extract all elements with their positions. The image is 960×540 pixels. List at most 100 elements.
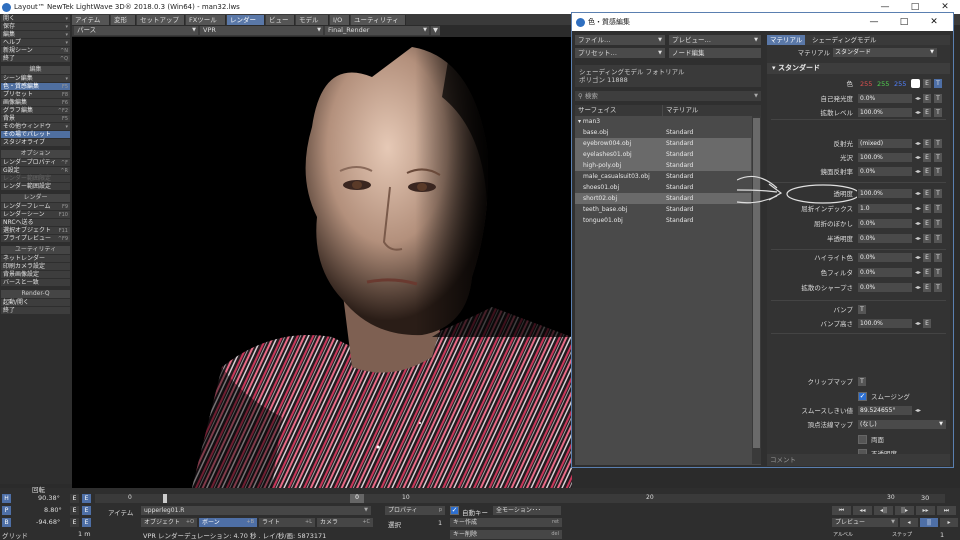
texture-button[interactable]: T	[934, 189, 942, 198]
h-channel-button[interactable]: H	[2, 494, 11, 503]
property-spinner[interactable]: ◂▸	[915, 139, 921, 149]
color-swatch[interactable]	[911, 79, 920, 88]
envelope-button[interactable]: E	[923, 94, 931, 103]
bones-mode-button[interactable]: ボーン +B	[199, 518, 257, 527]
menu-tab[interactable]: FXツール	[186, 15, 226, 25]
material-type-dropdown[interactable]: スタンダード ▼	[833, 48, 937, 57]
double-sided-checkbox[interactable]	[858, 435, 867, 444]
property-spinner[interactable]: ◂▸	[915, 268, 921, 278]
preview-menu-dropdown[interactable]: プレビュー… ▼	[669, 35, 761, 45]
panel-command-button[interactable]: レンダープロパティ ^F	[1, 159, 70, 167]
playback-button[interactable]: ▸	[940, 518, 958, 527]
surface-tree-root[interactable]: ▾ man3	[575, 116, 751, 127]
property-input[interactable]: 100.0%	[858, 189, 912, 198]
maximize-button[interactable]: □	[889, 13, 919, 31]
property-spinner[interactable]: ◂▸	[915, 94, 921, 104]
timeline-start-marker[interactable]	[163, 494, 167, 503]
property-spinner[interactable]: ◂▸	[915, 167, 921, 177]
surface-row[interactable]: eyelashes01.obj Standard	[575, 149, 751, 160]
texture-button[interactable]: T	[934, 253, 942, 262]
transport-button[interactable]: ▸▸	[916, 506, 935, 515]
surface-search-input[interactable]: ⚲ 検索 ▼	[575, 91, 761, 101]
surface-row[interactable]: male_casualsuit03.obj Standard	[575, 171, 751, 182]
panel-command-button[interactable]: 終了 ^Q	[1, 55, 70, 63]
panel-command-button[interactable]: 選択オブジェクト F11	[1, 227, 70, 235]
current-item-dropdown[interactable]: upperleg01.R ▼	[141, 506, 371, 515]
surface-row[interactable]: tongue01.obj Standard	[575, 215, 751, 226]
envelope-button[interactable]: E	[923, 139, 931, 148]
preset-menu-dropdown[interactable]: プリセット… ▼	[575, 48, 665, 58]
b-envelope-enable-button[interactable]: E	[82, 518, 91, 527]
envelope-button[interactable]: E	[923, 283, 931, 292]
panel-command-button[interactable]: プリセット F8	[1, 91, 70, 99]
transport-button[interactable]: ⏮	[832, 506, 851, 515]
property-input[interactable]: 1.0	[858, 204, 912, 213]
objects-mode-button[interactable]: オブジェクト +O	[141, 518, 197, 527]
texture-button[interactable]: T	[934, 234, 942, 243]
panel-command-button[interactable]: 背景画像設定	[1, 271, 70, 279]
property-spinner[interactable]: ◂▸	[915, 204, 921, 214]
property-input[interactable]: 100.0%	[858, 108, 912, 117]
playback-button[interactable]: ◂	[900, 518, 918, 527]
transport-button[interactable]: ||▸	[895, 506, 914, 515]
comment-input[interactable]: コメント	[767, 454, 950, 466]
p-envelope-button[interactable]: E	[70, 506, 79, 515]
envelope-button[interactable]: E	[923, 108, 931, 117]
property-input[interactable]: (mixed)	[858, 139, 912, 148]
texture-button[interactable]: T	[934, 108, 942, 117]
panel-command-button[interactable]: 印刷カメラ設定	[1, 263, 70, 271]
surface-row[interactable]: high-poly.obj Standard	[575, 160, 751, 171]
menu-tab[interactable]: レンダー	[227, 15, 265, 25]
property-input[interactable]: 0.0%	[858, 268, 912, 277]
camera-dropdown[interactable]: Final_Render ▼	[325, 26, 429, 35]
panel-command-button[interactable]: レンダーフレーム F9	[1, 203, 70, 211]
render-mode-dropdown[interactable]: VPR ▼	[200, 26, 323, 35]
b-channel-button[interactable]: B	[2, 518, 11, 527]
close-button[interactable]: ✕	[919, 13, 949, 31]
panel-command-button[interactable]: その他ウィンドウ ▾	[1, 123, 70, 131]
menu-tab[interactable]: アイテム	[72, 15, 110, 25]
panel-command-button[interactable]: グラフ編集 ^F2	[1, 107, 70, 115]
panel-command-button[interactable]: レンダー範囲限定	[1, 175, 70, 183]
surface-column-header[interactable]: サーフェイス	[575, 105, 662, 116]
p-channel-button[interactable]: P	[2, 506, 11, 515]
h-envelope-enable-button[interactable]: E	[82, 494, 91, 503]
texture-button[interactable]: T	[934, 139, 942, 148]
tab-shading-model[interactable]: シェーディングモデル	[809, 35, 880, 45]
smoothing-threshold-spinner[interactable]: ◂▸	[915, 406, 921, 416]
bump-height-input[interactable]: 100.0%	[858, 319, 912, 328]
panel-command-button[interactable]: 起動/開く	[1, 299, 70, 307]
view-mode-dropdown[interactable]: パース ▼	[74, 26, 198, 35]
menu-tab[interactable]: モデル	[296, 15, 329, 25]
envelope-button[interactable]: E	[923, 167, 931, 176]
color-b-value[interactable]: 255	[894, 79, 906, 89]
auto-key-checkbox[interactable]: ✓	[450, 506, 459, 515]
end-frame-value[interactable]: 30	[921, 494, 929, 502]
surface-row[interactable]: eyebrow004.obj Standard	[575, 138, 751, 149]
texture-button[interactable]: T	[934, 167, 942, 176]
envelope-button[interactable]: E	[923, 253, 931, 262]
panel-command-button[interactable]: ネットレンダー	[1, 255, 70, 263]
color-g-value[interactable]: 255	[877, 79, 889, 89]
property-input[interactable]: 0.0%	[858, 94, 912, 103]
b-envelope-button[interactable]: E	[70, 518, 79, 527]
property-input[interactable]: 100.0%	[858, 153, 912, 162]
property-spinner[interactable]: ◂▸	[915, 234, 921, 244]
transport-button[interactable]: ⏭	[937, 506, 956, 515]
lights-mode-button[interactable]: ライト +L	[259, 518, 315, 527]
p-value[interactable]: 8.80°	[44, 506, 62, 514]
panel-command-button[interactable]: NRCへ送る	[1, 219, 70, 227]
texture-button[interactable]: T	[934, 283, 942, 292]
property-input[interactable]: 0.0%	[858, 167, 912, 176]
cameras-mode-button[interactable]: カメラ +C	[317, 518, 373, 527]
color-r-value[interactable]: 255	[860, 79, 872, 89]
property-input[interactable]: 0.0%	[858, 234, 912, 243]
properties-button[interactable]: プロパティ p	[385, 506, 445, 515]
envelope-button[interactable]: E	[923, 153, 931, 162]
texture-button[interactable]: T	[934, 204, 942, 213]
menu-tab[interactable]: ビュー	[266, 15, 295, 25]
playback-button[interactable]: ||	[920, 518, 938, 527]
property-spinner[interactable]: ◂▸	[915, 253, 921, 263]
clip-map-texture-button[interactable]: T	[858, 377, 866, 386]
property-input[interactable]: 0.0%	[858, 219, 912, 228]
